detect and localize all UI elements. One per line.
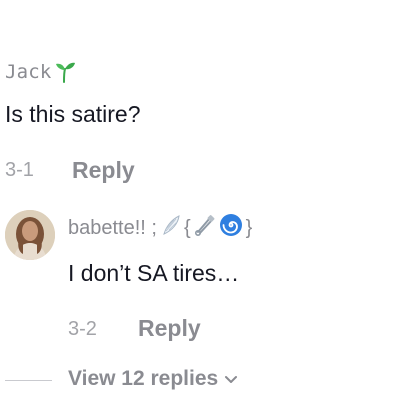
spiral-icon bbox=[219, 213, 243, 243]
view-replies-button[interactable]: View 12 replies bbox=[68, 367, 238, 391]
comment-2-username[interactable]: babette!! ; { } bbox=[68, 213, 252, 243]
sprout-icon bbox=[53, 60, 77, 84]
comment-2-username-text: babette!! ; bbox=[68, 216, 157, 239]
comment-1-username[interactable]: Jack bbox=[5, 60, 77, 84]
comment-2-reply-button[interactable]: Reply bbox=[138, 315, 201, 342]
comment-1-date: 3-1 bbox=[5, 159, 34, 181]
chevron-down-icon bbox=[224, 367, 238, 391]
brace-close: } bbox=[245, 216, 253, 239]
comment-1-username-text: Jack bbox=[5, 61, 52, 83]
comment-2-date: 3-2 bbox=[68, 318, 97, 340]
avatar[interactable] bbox=[5, 210, 55, 260]
brace-open: { bbox=[183, 216, 191, 239]
comment-1-text: Is this satire? bbox=[5, 101, 141, 127]
comment-1-reply-button[interactable]: Reply bbox=[72, 157, 135, 184]
safety-pin-icon bbox=[194, 214, 216, 242]
replies-divider bbox=[5, 380, 52, 381]
comment-2-text: I don’t SA tires… bbox=[68, 260, 240, 286]
username-decoration: { } bbox=[161, 213, 252, 243]
view-replies-label: View 12 replies bbox=[68, 367, 219, 390]
wing-icon bbox=[161, 214, 181, 242]
